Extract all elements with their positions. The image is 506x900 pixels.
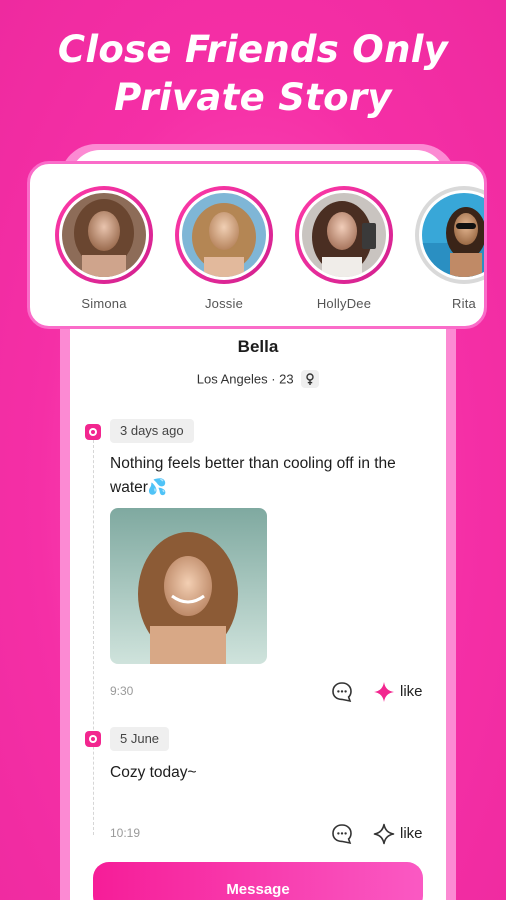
- headline-line-1: Close Friends Only: [57, 28, 449, 71]
- post-photo[interactable]: [110, 508, 267, 664]
- promo-headline: Close Friends Only Private Story: [0, 26, 506, 122]
- avatar: [62, 193, 146, 277]
- comment-icon[interactable]: [331, 823, 353, 845]
- story-name: Jossie: [204, 296, 244, 311]
- avatar: [422, 193, 484, 277]
- post-time: 9:30: [110, 684, 134, 698]
- story-item-jossie[interactable]: Jossie: [174, 186, 274, 311]
- post-text: Cozy today~: [110, 764, 197, 781]
- profile-location-age: Los Angeles · 23: [196, 371, 294, 387]
- headline-line-2: Private Story: [114, 76, 392, 119]
- story-ring: [415, 186, 484, 284]
- story-name: Simona: [81, 296, 127, 311]
- sparkle-like-icon[interactable]: [373, 681, 395, 703]
- avatar: [302, 193, 386, 277]
- post-marker-icon: [85, 731, 101, 747]
- post-text: Nothing feels better than cooling off in…: [110, 455, 396, 496]
- female-icon: [301, 370, 320, 388]
- profile-meta: Los Angeles · 23: [70, 370, 446, 389]
- story-item-rita[interactable]: Rita: [414, 186, 484, 311]
- story-ring: [175, 186, 273, 284]
- avatar: [182, 193, 266, 277]
- profile-name: Bella: [237, 337, 279, 356]
- post-date: 5 June: [110, 727, 170, 751]
- message-button[interactable]: Message: [93, 862, 423, 900]
- post-time: 10:19: [110, 826, 141, 840]
- like-label[interactable]: like: [400, 683, 423, 700]
- timeline-line: [93, 440, 94, 835]
- story-name: Rita: [452, 296, 476, 311]
- story-item-hollydee[interactable]: HollyDee: [294, 186, 394, 311]
- like-label[interactable]: like: [400, 825, 423, 842]
- post-photo-image: [110, 508, 267, 664]
- sparkle-like-icon[interactable]: [373, 823, 395, 845]
- story-name: HollyDee: [316, 296, 372, 311]
- comment-icon[interactable]: [331, 681, 353, 703]
- stories-carousel[interactable]: Simona Jossie HollyDee Rita: [27, 161, 487, 329]
- post-date: 3 days ago: [110, 419, 194, 443]
- story-ring: [55, 186, 153, 284]
- post-marker-icon: [85, 424, 101, 440]
- story-item-simona[interactable]: Simona: [54, 186, 154, 311]
- story-ring: [295, 186, 393, 284]
